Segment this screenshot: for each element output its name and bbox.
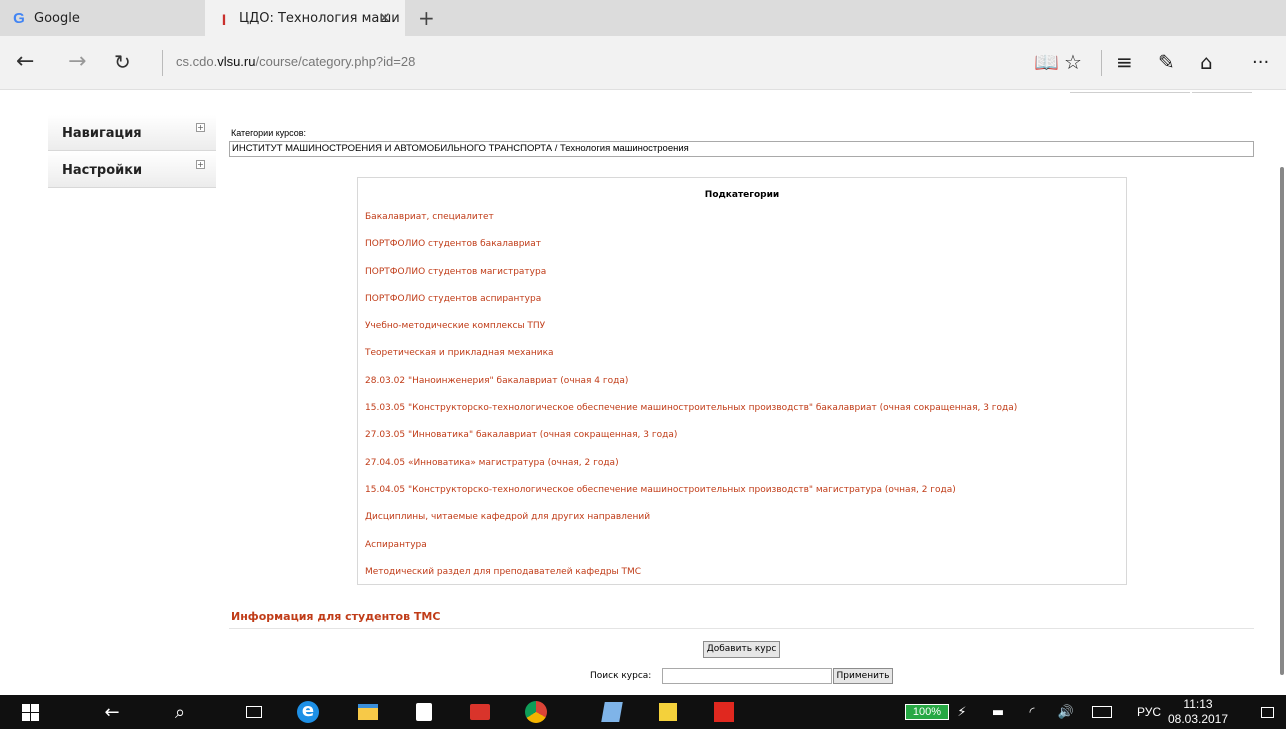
store-icon[interactable] xyxy=(404,695,444,729)
subcategory-list: Бакалавриат, специалитет ПОРТФОЛИО студе… xyxy=(365,212,1017,594)
url-path: /course/category.php?id=28 xyxy=(255,54,416,69)
close-tab-icon[interactable]: ✕ xyxy=(378,9,391,27)
scrollbar[interactable] xyxy=(1280,167,1284,675)
address-field[interactable]: cs.cdo.vlsu.ru/course/category.php?id=28 xyxy=(176,54,415,69)
toolbar-divider xyxy=(1101,50,1102,76)
google-g-icon: G xyxy=(13,9,25,27)
subcategory-link[interactable]: ПОРТФОЛИО студентов магистратура xyxy=(365,267,1017,294)
web-note-icon[interactable]: ✎ xyxy=(1158,50,1175,74)
subcategory-link[interactable]: Учебно-методические комплексы ТПУ xyxy=(365,321,1017,348)
task-view-icon[interactable] xyxy=(234,695,274,729)
header-fragment xyxy=(1070,91,1190,93)
tab-google[interactable]: G Google xyxy=(0,0,200,36)
power-plug-icon[interactable]: ⚡ xyxy=(952,695,972,729)
page-content: Навигация + Настройки + Категории курсов… xyxy=(0,91,1286,695)
tab-label: ЦДО: Технология маши xyxy=(239,10,400,26)
subcategory-link[interactable]: 27.04.05 «Инноватика» магистратура (очна… xyxy=(365,458,1017,485)
subcategories-box: Подкатегории Бакалавриат, специалитет ПО… xyxy=(357,177,1127,585)
new-tab-button[interactable]: + xyxy=(418,6,435,30)
windows-start-icon[interactable] xyxy=(10,695,50,729)
subcategory-link[interactable]: 27.03.05 "Инноватика" бакалавриат (очная… xyxy=(365,430,1017,457)
subcategory-link[interactable]: Аспирантура xyxy=(365,540,1017,567)
category-select[interactable]: ИНСТИТУТ МАШИНОСТРОЕНИЯ И АВТОМОБИЛЬНОГО… xyxy=(229,141,1254,157)
hub-icon[interactable]: ≡ xyxy=(1116,50,1133,74)
address-divider xyxy=(162,50,163,76)
volume-icon[interactable]: 🔊 xyxy=(1054,695,1078,729)
network-icon[interactable]: ▬ xyxy=(988,695,1008,729)
subcategory-link[interactable]: 28.03.02 "Наноинженерия" бакалавриат (оч… xyxy=(365,376,1017,403)
url-domain: vlsu.ru xyxy=(217,54,256,69)
apply-button[interactable]: Применить xyxy=(833,668,893,684)
back-arrow-icon[interactable]: ← xyxy=(92,695,132,729)
share-icon[interactable]: ⌂ xyxy=(1200,50,1213,74)
subcategory-link[interactable]: Бакалавриат, специалитет xyxy=(365,212,1017,239)
section-divider xyxy=(229,628,1254,629)
back-arrow-icon[interactable]: ← xyxy=(16,49,34,74)
settings-title: Настройки xyxy=(62,163,143,178)
keyboard-icon[interactable] xyxy=(1090,695,1114,729)
file-explorer-icon[interactable] xyxy=(348,695,388,729)
subcategory-link[interactable]: Теоретическая и прикладная механика xyxy=(365,348,1017,375)
app-icon[interactable] xyxy=(592,695,632,729)
expand-icon[interactable]: + xyxy=(196,160,205,169)
wifi-icon[interactable]: ◜ xyxy=(1022,695,1042,729)
search-input[interactable] xyxy=(662,668,832,684)
navigation-title: Навигация xyxy=(62,126,142,141)
pdf-reader-icon[interactable] xyxy=(704,695,744,729)
mail-icon[interactable] xyxy=(460,695,500,729)
refresh-icon[interactable]: ↻ xyxy=(114,50,131,74)
taskbar: ← ⌕ e 100% ⚡ ▬ ◜ 🔊 РУС 11:13 08.03.2017 xyxy=(0,695,1286,729)
tab-cdo[interactable]: ꞁ ЦДО: Технология маши ✕ xyxy=(205,0,405,36)
settings-block[interactable]: Настройки + xyxy=(48,152,216,188)
cdo-icon: ꞁ xyxy=(221,10,227,26)
chrome-icon[interactable] xyxy=(516,695,556,729)
sticky-notes-icon[interactable] xyxy=(648,695,688,729)
more-icon[interactable]: ··· xyxy=(1252,52,1269,73)
add-course-button[interactable]: Добавить курс xyxy=(703,641,780,658)
navigation-block[interactable]: Навигация + xyxy=(48,115,216,151)
clock-time: 11:13 xyxy=(1183,697,1213,711)
search-icon[interactable]: ⌕ xyxy=(160,695,200,729)
tab-label: Google xyxy=(34,10,80,26)
subcategory-link[interactable]: 15.03.05 "Конструкторско-технологическое… xyxy=(365,403,1017,430)
battery-percent: 100% xyxy=(905,704,949,720)
expand-icon[interactable]: + xyxy=(196,123,205,132)
battery-indicator[interactable]: 100% xyxy=(905,695,951,729)
edge-icon[interactable]: e xyxy=(288,695,328,729)
address-bar-row: ← → ↻ cs.cdo.vlsu.ru/course/category.php… xyxy=(0,36,1286,90)
header-fragment xyxy=(1192,91,1252,93)
language-indicator[interactable]: РУС xyxy=(1134,695,1164,729)
notifications-icon[interactable] xyxy=(1254,695,1280,729)
forward-arrow-icon[interactable]: → xyxy=(68,49,86,74)
clock-date: 08.03.2017 xyxy=(1167,712,1229,726)
subcategories-heading: Подкатегории xyxy=(704,190,780,200)
category-label: Категории курсов: xyxy=(231,128,307,138)
subcategory-link[interactable]: Дисциплины, читаемые кафедрой для других… xyxy=(365,512,1017,539)
clock[interactable]: 11:13 08.03.2017 xyxy=(1168,695,1228,729)
subcategory-link[interactable]: ПОРТФОЛИО студентов аспирантура xyxy=(365,294,1017,321)
subcategory-link[interactable]: 15.04.05 "Конструкторско-технологическое… xyxy=(365,485,1017,512)
subcategory-link[interactable]: ПОРТФОЛИО студентов бакалавриат xyxy=(365,239,1017,266)
favorite-star-icon[interactable]: ☆ xyxy=(1064,50,1082,74)
subcategory-link[interactable]: Методический раздел для преподавателей к… xyxy=(365,567,1017,594)
reading-view-icon[interactable]: 📖 xyxy=(1034,50,1059,74)
course-section-title[interactable]: Информация для студентов ТМС xyxy=(231,610,440,623)
search-label: Поиск курса: xyxy=(590,671,652,681)
url-prefix: cs.cdo. xyxy=(176,54,218,69)
tab-strip: G Google ꞁ ЦДО: Технология маши ✕ + xyxy=(0,0,1286,36)
